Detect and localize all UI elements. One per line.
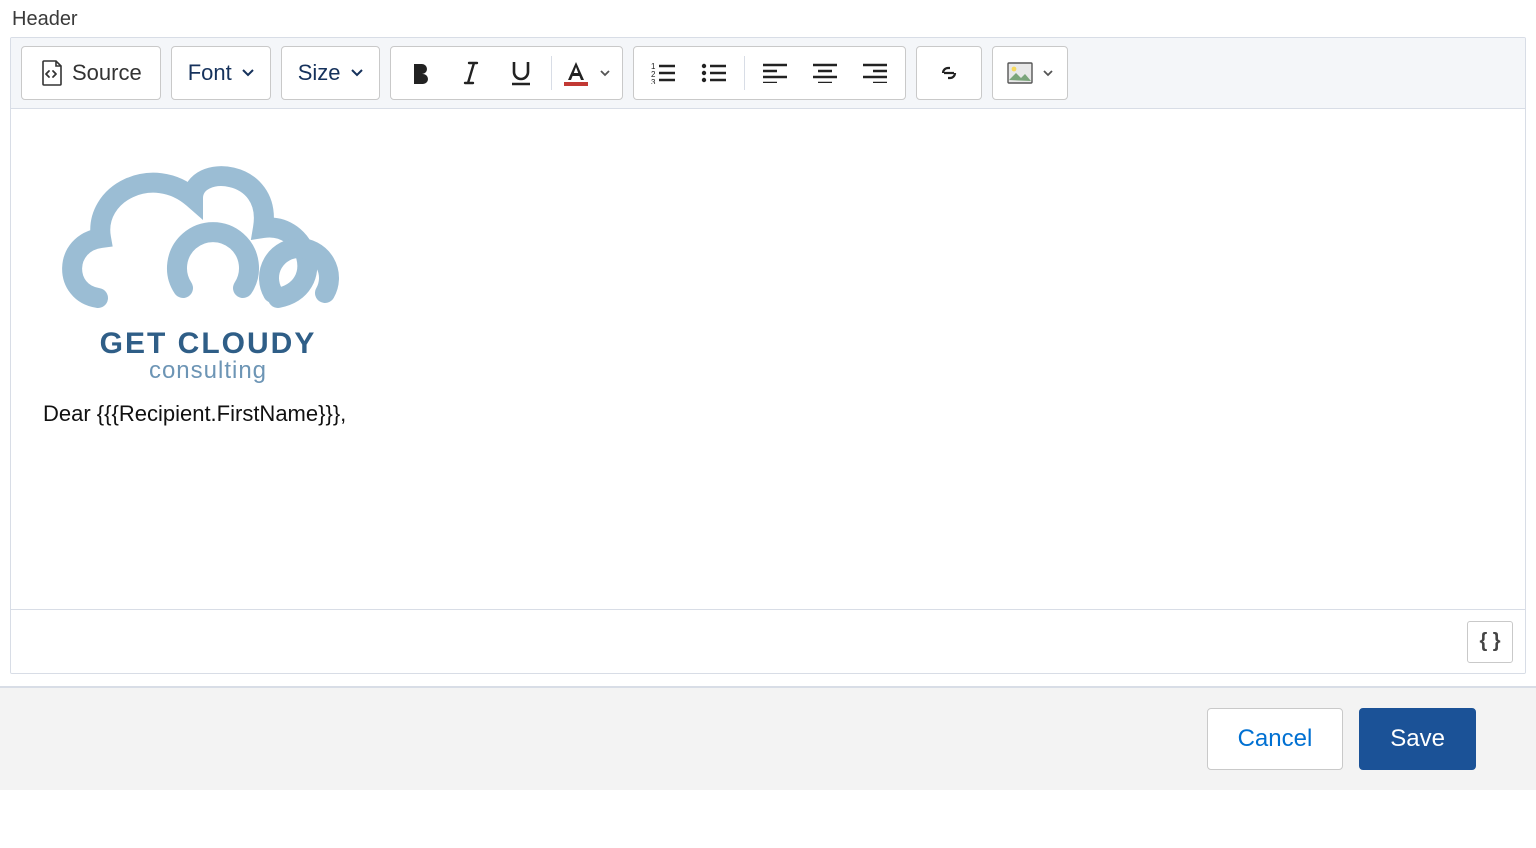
link-button[interactable]: [927, 53, 971, 93]
toolbar-group-size: Size: [281, 46, 380, 100]
save-button[interactable]: Save: [1359, 708, 1476, 770]
logo-image: GET CLOUDY consulting: [43, 133, 373, 383]
toolbar-group-source: Source: [21, 46, 161, 100]
bulleted-list-button[interactable]: [692, 53, 736, 93]
toolbar-group-paragraph: 123: [633, 46, 906, 100]
source-label: Source: [72, 60, 142, 86]
align-right-icon: [863, 63, 887, 83]
image-button[interactable]: [1003, 62, 1057, 84]
toolbar-group-font: Font: [171, 46, 271, 100]
font-label: Font: [188, 60, 232, 86]
underline-button[interactable]: [499, 53, 543, 93]
numbered-list-button[interactable]: 123: [642, 53, 686, 93]
bulleted-list-icon: [701, 62, 727, 84]
text-color-button[interactable]: [560, 61, 614, 86]
rich-text-editor: Source Font Size: [10, 37, 1526, 674]
font-dropdown[interactable]: Font: [182, 60, 260, 86]
align-left-icon: [763, 63, 787, 83]
underline-icon: [510, 60, 532, 86]
align-right-button[interactable]: [853, 53, 897, 93]
greeting-text: Dear {{{Recipient.FirstName}}},: [43, 401, 1493, 427]
editor-footer: { }: [11, 609, 1525, 673]
field-label: Header: [12, 8, 1526, 31]
align-center-icon: [813, 63, 837, 83]
italic-button[interactable]: [449, 53, 493, 93]
page-footer: Cancel Save: [0, 686, 1536, 790]
align-left-button[interactable]: [753, 53, 797, 93]
size-label: Size: [298, 60, 341, 86]
merge-field-button[interactable]: { }: [1467, 621, 1513, 663]
bold-icon: [411, 61, 431, 85]
text-color-icon: [564, 61, 588, 86]
chevron-down-icon: [1043, 70, 1053, 77]
link-icon: [935, 65, 963, 81]
braces-icon: { }: [1479, 630, 1500, 653]
svg-text:3: 3: [651, 78, 656, 84]
cancel-button[interactable]: Cancel: [1207, 708, 1344, 770]
toolbar-group-link: [916, 46, 982, 100]
toolbar-separator: [744, 56, 745, 90]
logo-text-line1: GET CLOUDY: [100, 329, 317, 359]
cloud-logo-icon: [43, 143, 373, 333]
editor-toolbar: Source Font Size: [11, 38, 1525, 109]
editor-content-area[interactable]: GET CLOUDY consulting Dear {{{Recipient.…: [11, 109, 1525, 609]
chevron-down-icon: [242, 69, 254, 77]
toolbar-separator: [551, 56, 552, 90]
toolbar-group-image: [992, 46, 1068, 100]
toolbar-group-format: [390, 46, 623, 100]
bold-button[interactable]: [399, 53, 443, 93]
source-icon: [40, 60, 62, 86]
chevron-down-icon: [351, 69, 363, 77]
source-button[interactable]: Source: [32, 56, 150, 90]
logo-text-line2: consulting: [149, 359, 267, 383]
italic-icon: [463, 61, 479, 85]
size-dropdown[interactable]: Size: [292, 60, 369, 86]
align-center-button[interactable]: [803, 53, 847, 93]
image-icon: [1007, 62, 1033, 84]
chevron-down-icon: [600, 70, 610, 77]
numbered-list-icon: 123: [651, 62, 677, 84]
